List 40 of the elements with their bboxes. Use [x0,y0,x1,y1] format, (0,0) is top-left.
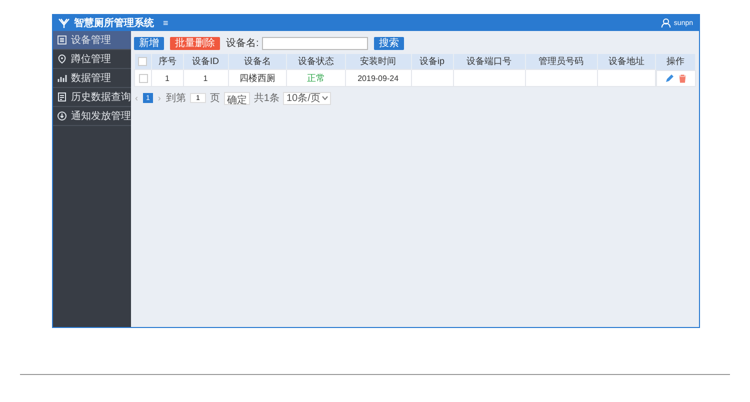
column-header: 安装时间 [345,54,412,70]
select-all-checkbox[interactable] [138,57,148,66]
search-label: 设备名: [226,37,259,50]
page-unit-label: 页 [210,92,220,105]
search-field[interactable] [262,36,368,50]
row-checkbox[interactable] [138,74,148,82]
total-count: 共1条 [254,92,280,105]
add-button[interactable]: 新增 [134,36,164,50]
search-button[interactable]: 搜索 [374,36,404,50]
column-header: 设备ID [183,54,228,70]
location-pin-icon [57,54,67,64]
column-header: 操作 [656,54,696,70]
caret-icon [322,96,328,100]
app-title: 智慧厕所管理系统 [74,16,154,30]
column-header: 设备状态 [286,54,346,70]
logo-icon [58,18,70,28]
document-icon [57,92,67,102]
page-size-select[interactable]: 10条/页 [283,92,332,104]
menu-toggle[interactable]: ≡ [160,18,172,28]
bar-chart-icon [57,73,67,83]
batch-delete-button[interactable]: 批量删除 [170,36,220,50]
status-text: 正常 [286,70,346,86]
column-header: 设备名 [228,54,287,70]
goto-label: 到第 [166,92,186,105]
sidebar-item[interactable]: 设备管理 [53,31,131,50]
list-icon [57,35,67,45]
confirm-button[interactable]: 确定 [224,92,250,104]
column-header: 管理员号码 [525,54,598,70]
circle-arrow-icon [57,111,67,121]
table-cell: 1 [152,70,184,86]
column-header: 序号 [152,54,184,70]
pencil-icon[interactable] [664,74,674,82]
table-cell: 1 [183,70,228,86]
table-cell: 四楼西厕 [228,70,287,86]
column-header: 设备ip [411,54,454,70]
trash-icon[interactable] [678,74,687,82]
column-header: 设备端口号 [453,54,526,70]
user-icon [660,18,671,28]
table-cell: 2019-09-24 [345,70,412,86]
column-header: 设备地址 [597,54,656,70]
